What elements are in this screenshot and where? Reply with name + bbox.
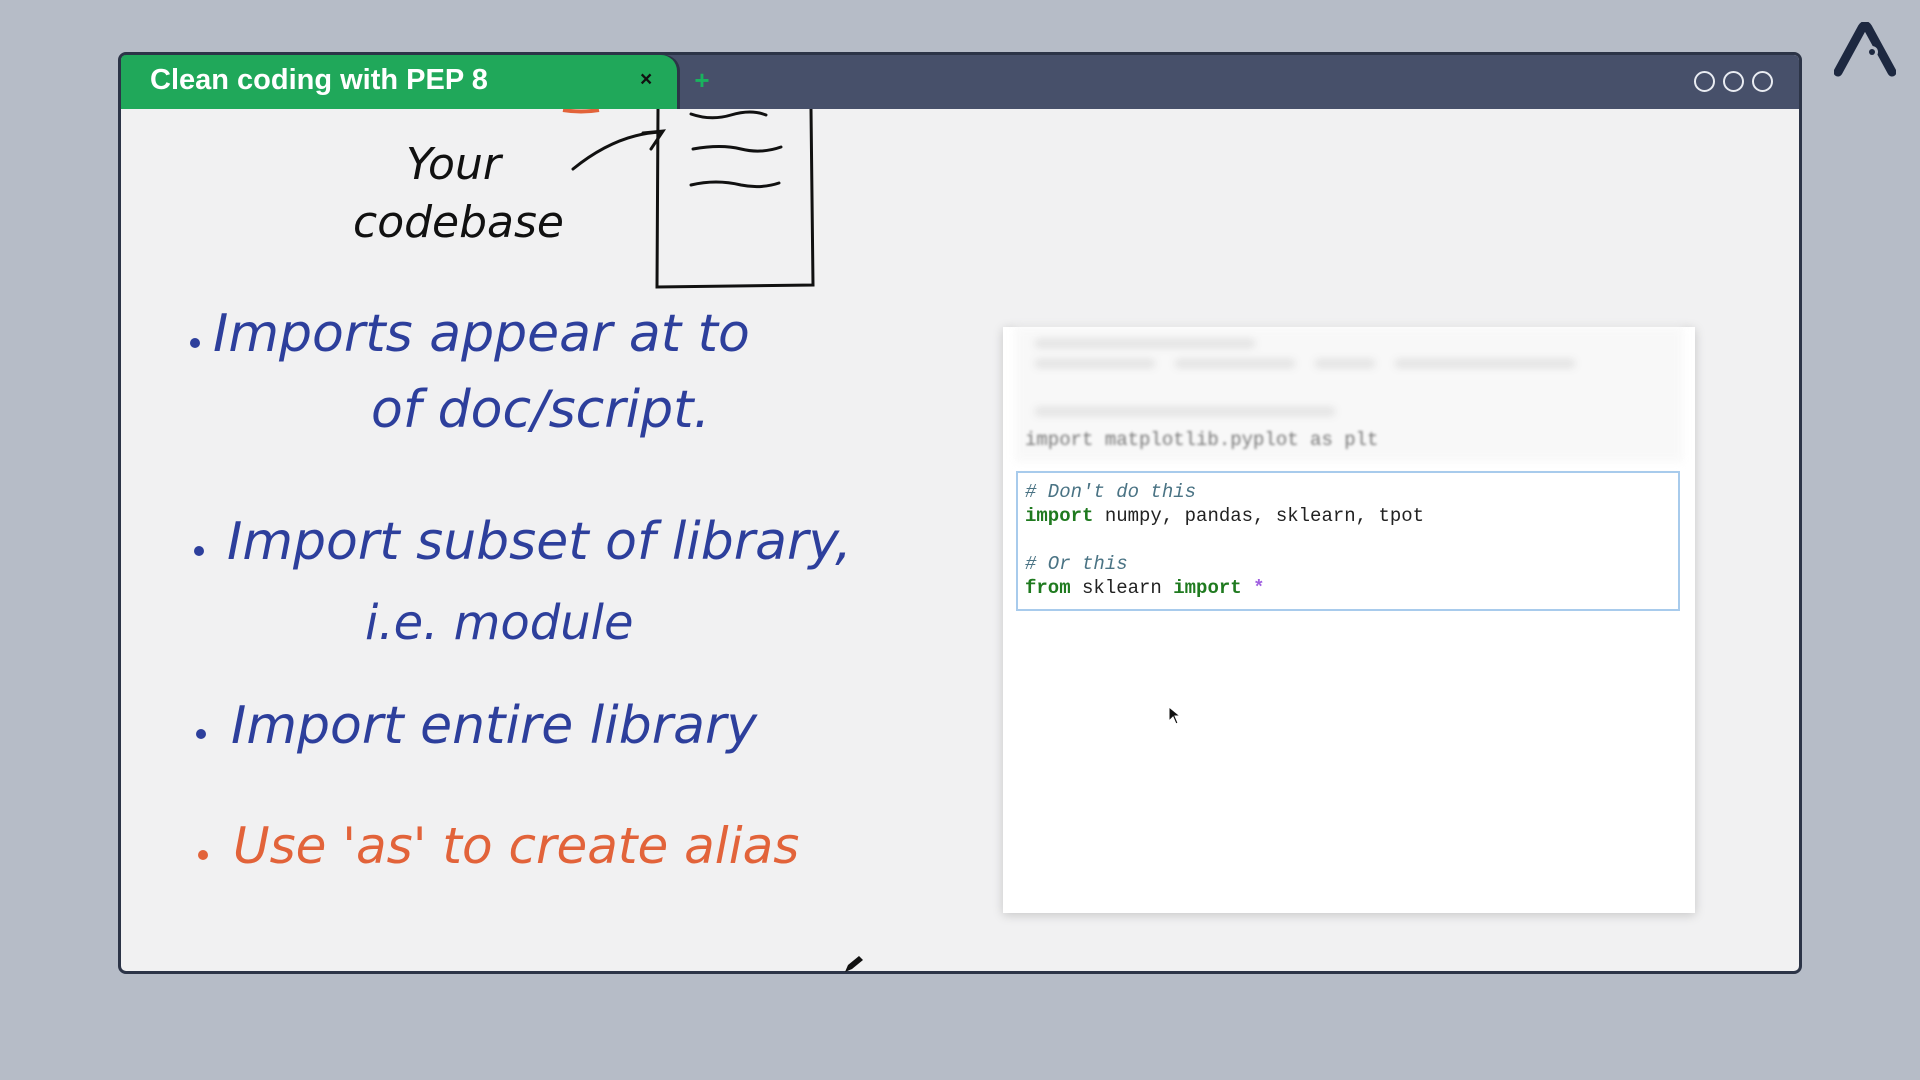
codebase-label-line1: Your [406, 139, 504, 190]
blurred-code-line: import matplotlib.pyplot as plt [1025, 429, 1379, 451]
whiteboard-canvas[interactable]: Your codebase Imports appear at to of do… [121, 109, 1799, 971]
title-bar: Clean coding with PEP 8 × + [121, 55, 1799, 109]
code-line: # Don't do this [1025, 481, 1197, 503]
bullet-3-line1: Import entire library [231, 696, 758, 756]
bullet-dot [190, 338, 200, 348]
codebase-document-sketch [571, 109, 815, 289]
close-icon[interactable]: × [640, 68, 652, 92]
bullet-1-line2: of doc/script. [371, 380, 710, 440]
code-cell[interactable]: # Don't do this import numpy, pandas, sk… [1016, 471, 1680, 611]
bullet-2-line1: Import subset of library, [227, 512, 852, 572]
pen-icon [845, 956, 863, 972]
codebase-label-line2: codebase [353, 197, 564, 248]
window-control-icon[interactable] [1694, 71, 1715, 92]
tab-title: Clean coding with PEP 8 [150, 64, 488, 96]
app-window: Clean coding with PEP 8 × + Your codebas… [118, 52, 1802, 974]
code-line: from sklearn import * [1025, 577, 1265, 599]
code-line: import numpy, pandas, sklearn, tpot [1025, 505, 1425, 527]
bullet-dot [198, 850, 208, 860]
code-panel: import matplotlib.pyplot as plt # Don't … [1003, 327, 1695, 913]
code-line: # Or this [1025, 553, 1128, 575]
window-control-icon[interactable] [1723, 71, 1744, 92]
tab-clean-coding[interactable]: Clean coding with PEP 8 × [121, 55, 677, 109]
window-controls [1694, 71, 1773, 92]
mouse-pointer-icon [1168, 706, 1182, 725]
bullet-dot [194, 546, 204, 556]
bullet-2-line2: i.e. module [365, 595, 634, 651]
app-logo-icon [1834, 22, 1896, 77]
bullet-4-line1: Use 'as' to create alias [233, 817, 799, 875]
bullet-dot [196, 729, 206, 739]
plus-icon[interactable]: + [689, 67, 715, 93]
bullet-1-line1: Imports appear at to [213, 304, 750, 364]
window-control-icon[interactable] [1752, 71, 1773, 92]
